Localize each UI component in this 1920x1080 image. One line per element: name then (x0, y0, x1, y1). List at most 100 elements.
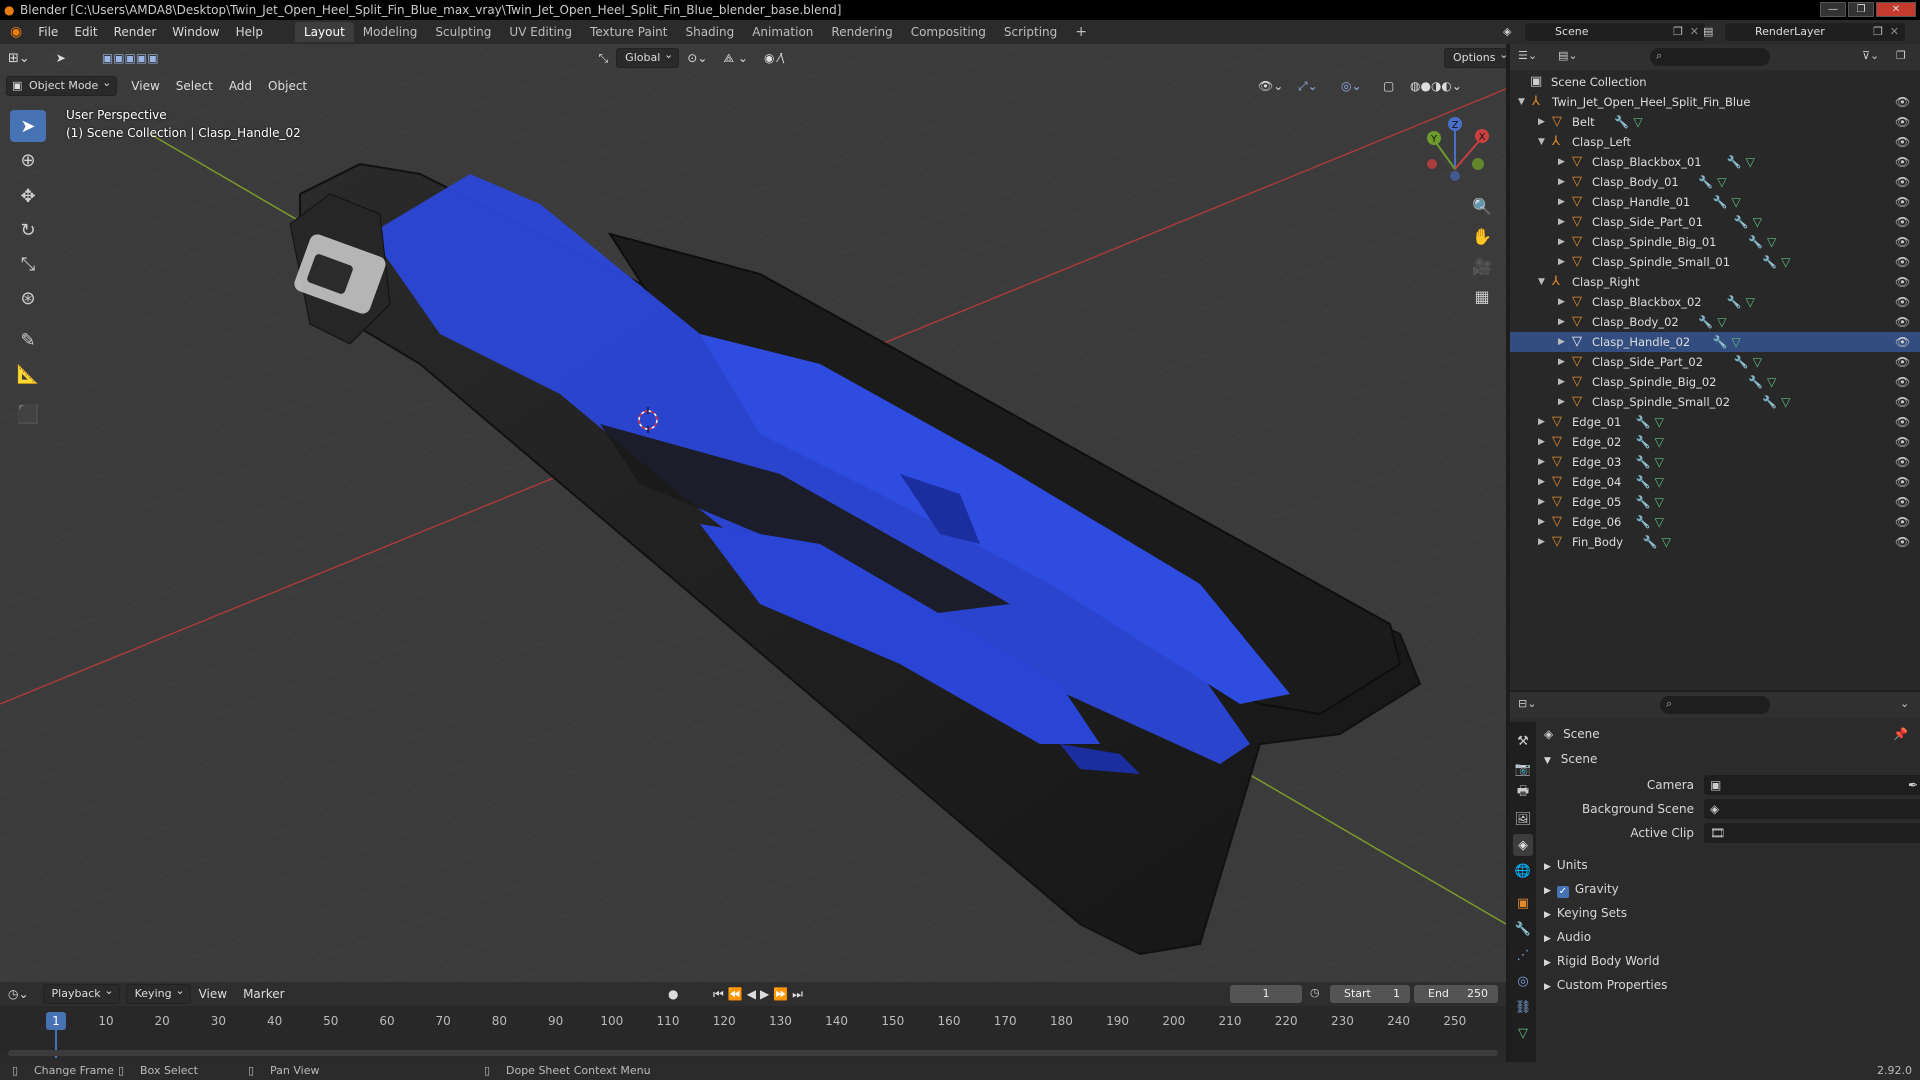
visibility-eye-icon[interactable]: 👁 (1895, 152, 1910, 172)
expand-arrow-icon[interactable]: ▶ (1558, 212, 1565, 232)
mesh-data-icon[interactable]: ▽ (1655, 475, 1664, 489)
outliner-row[interactable]: ▶ ▽ Clasp_Handle_02 🔧 ▽ 👁 (1510, 332, 1920, 352)
expand-arrow-icon[interactable]: ▶ (1538, 492, 1545, 512)
mesh-data-icon[interactable]: ▽ (1753, 215, 1762, 229)
zoom-icon[interactable]: 🔍 (1468, 192, 1496, 220)
tab-uv-editing[interactable]: UV Editing (500, 22, 581, 42)
xray-icon[interactable]: ▢ (1375, 79, 1402, 93)
expand-arrow-icon[interactable]: ▶ (1538, 512, 1545, 532)
visibility-eye-icon[interactable]: 👁 (1895, 252, 1910, 272)
modifier-icon[interactable]: 🔧 (1698, 315, 1713, 329)
move-tool[interactable]: ✥ (10, 180, 46, 212)
timeline-editor-icon[interactable]: ◷⌄ (0, 987, 37, 1001)
measure-tool[interactable]: 📐 (10, 358, 46, 390)
timeline-editor[interactable]: ◷⌄ Playback Keying View Marker ● ⏮⏪◀▶⏩⏭ … (0, 982, 1506, 1062)
world-tab-icon[interactable]: 🌐 (1513, 860, 1533, 882)
visibility-eye-icon[interactable]: 👁 (1895, 92, 1910, 112)
menu-add[interactable]: Add (221, 79, 260, 93)
preview-range-icon[interactable]: ◷ (1310, 986, 1320, 999)
output-tab-icon[interactable]: 🖶 (1513, 782, 1533, 804)
tab-texture-paint[interactable]: Texture Paint (581, 22, 676, 42)
modifier-icon[interactable]: 🔧 (1636, 475, 1651, 489)
outliner-row[interactable]: ▼ ⅄ Twin_Jet_Open_Heel_Split_Fin_Blue 👁 (1510, 92, 1920, 112)
outliner-row[interactable]: ▶ ▽ Clasp_Spindle_Big_02 🔧 ▽ 👁 (1510, 372, 1920, 392)
audio-panel-header[interactable]: ▶ Audio (1544, 926, 1914, 948)
new-collection-icon[interactable]: ❐ (1896, 49, 1906, 62)
ortho-grid-icon[interactable]: ▦ (1468, 282, 1496, 310)
menu-view[interactable]: View (123, 79, 167, 93)
visibility-eye-icon[interactable]: 👁 (1895, 532, 1910, 552)
visibility-icon[interactable]: 👁⌄ (1250, 79, 1291, 93)
visibility-eye-icon[interactable]: 👁 (1895, 352, 1910, 372)
keying-sets-panel-header[interactable]: ▶ Keying Sets (1544, 902, 1914, 924)
eyedropper-icon[interactable]: ✒ (1908, 774, 1918, 796)
properties-editor-icon[interactable]: ⊟⌄ (1518, 697, 1536, 710)
tab-layout[interactable]: Layout (294, 22, 354, 42)
proportional-edit-icon[interactable]: ◉ ⁄\ (756, 51, 792, 65)
mesh-data-icon[interactable]: ▽ (1662, 535, 1671, 549)
remove-scene-icon[interactable]: ✕ (1690, 23, 1699, 41)
mesh-data-icon[interactable]: ▽ (1746, 155, 1755, 169)
modifier-icon[interactable]: 🔧 (1748, 235, 1763, 249)
mesh-data-icon[interactable]: ▽ (1746, 295, 1755, 309)
scene-panel-header[interactable]: ▼ Scene (1544, 748, 1914, 770)
visibility-eye-icon[interactable]: 👁 (1895, 292, 1910, 312)
outliner-row[interactable]: ▶ ▽ Edge_02 🔧 ▽ 👁 (1510, 432, 1920, 452)
visibility-eye-icon[interactable]: 👁 (1895, 232, 1910, 252)
mesh-data-icon[interactable]: ▽ (1781, 255, 1790, 269)
mesh-data-icon[interactable]: ▽ (1731, 335, 1740, 349)
visibility-eye-icon[interactable]: 👁 (1895, 332, 1910, 352)
visibility-eye-icon[interactable]: 👁 (1895, 132, 1910, 152)
pivot-icon[interactable]: ⊙⌄ (679, 51, 715, 65)
menu-render[interactable]: Render (106, 25, 165, 39)
outliner-row[interactable]: ▶ ▽ Clasp_Spindle_Small_02 🔧 ▽ 👁 (1510, 392, 1920, 412)
tab-compositing[interactable]: Compositing (902, 22, 995, 42)
outliner-row[interactable]: ▶ ▽ Fin_Body 🔧 ▽ 👁 (1510, 532, 1920, 552)
modifier-tab-icon[interactable]: 🔧 (1513, 918, 1533, 940)
outliner-row[interactable]: ▶ ▽ Edge_01 🔧 ▽ 👁 (1510, 412, 1920, 432)
properties-options-icon[interactable]: ⌄ (1900, 697, 1909, 710)
view-layer-tab-icon[interactable]: 🖼 (1513, 808, 1533, 830)
rigid-body-panel-header[interactable]: ▶ Rigid Body World (1544, 950, 1914, 972)
display-mode-icon[interactable]: ▤⌄ (1558, 49, 1578, 62)
select-tool-icon[interactable]: ➤ (47, 51, 74, 65)
mesh-data-icon[interactable]: ▽ (1655, 455, 1664, 469)
modifier-icon[interactable]: 🔧 (1643, 535, 1658, 549)
overlay-toggle-icon[interactable]: ◎⌄ (1333, 79, 1370, 93)
outliner-row[interactable]: ▶ ▽ Edge_04 🔧 ▽ 👁 (1510, 472, 1920, 492)
modifier-icon[interactable]: 🔧 (1748, 375, 1763, 389)
outliner-row[interactable]: ▶ ▽ Belt 🔧 ▽ 👁 (1510, 112, 1920, 132)
orientation-dropdown[interactable]: Global (616, 46, 680, 68)
visibility-eye-icon[interactable]: 👁 (1895, 272, 1910, 292)
add-workspace-icon[interactable]: + (1066, 21, 1096, 43)
menu-file[interactable]: File (30, 25, 66, 39)
current-frame-field[interactable]: 1 (1230, 985, 1302, 1003)
tab-rendering[interactable]: Rendering (822, 22, 901, 42)
expand-arrow-icon[interactable]: ▶ (1538, 412, 1545, 432)
gravity-checkbox[interactable]: ✓ (1556, 886, 1569, 898)
mesh-data-icon[interactable]: ▽ (1633, 115, 1642, 129)
visibility-eye-icon[interactable]: 👁 (1895, 192, 1910, 212)
new-scene-icon[interactable]: ❐ (1673, 23, 1683, 41)
visibility-eye-icon[interactable]: 👁 (1895, 492, 1910, 512)
visibility-eye-icon[interactable]: 👁 (1895, 372, 1910, 392)
mesh-data-icon[interactable]: ▽ (1767, 235, 1776, 249)
options-dropdown[interactable]: Options (1444, 46, 1506, 68)
expand-arrow-icon[interactable]: ▶ (1558, 312, 1565, 332)
outliner-row[interactable]: ▶ ▽ Edge_05 🔧 ▽ 👁 (1510, 492, 1920, 512)
mesh-data-icon[interactable]: ▽ (1655, 435, 1664, 449)
pin-icon[interactable]: 📌 (1893, 723, 1908, 745)
visibility-eye-icon[interactable]: 👁 (1895, 212, 1910, 232)
outliner-row[interactable]: ▶ ▽ Clasp_Spindle_Small_01 🔧 ▽ 👁 (1510, 252, 1920, 272)
mesh-data-icon[interactable]: ▽ (1655, 415, 1664, 429)
snap-icon[interactable]: ⟁ ⌄ (715, 51, 756, 66)
playback-controls[interactable]: ⏮⏪◀▶⏩⏭ (705, 987, 815, 1002)
shading-modes-icon[interactable]: ◍●◑◐⌄ (1402, 79, 1470, 93)
visibility-eye-icon[interactable]: 👁 (1895, 392, 1910, 412)
expand-arrow-icon[interactable]: ▶ (1538, 452, 1545, 472)
mesh-data-icon[interactable]: ▽ (1655, 515, 1664, 529)
expand-arrow-icon[interactable]: ▶ (1558, 252, 1565, 272)
visibility-eye-icon[interactable]: 👁 (1895, 412, 1910, 432)
visibility-eye-icon[interactable]: 👁 (1895, 452, 1910, 472)
tab-animation[interactable]: Animation (743, 22, 822, 42)
